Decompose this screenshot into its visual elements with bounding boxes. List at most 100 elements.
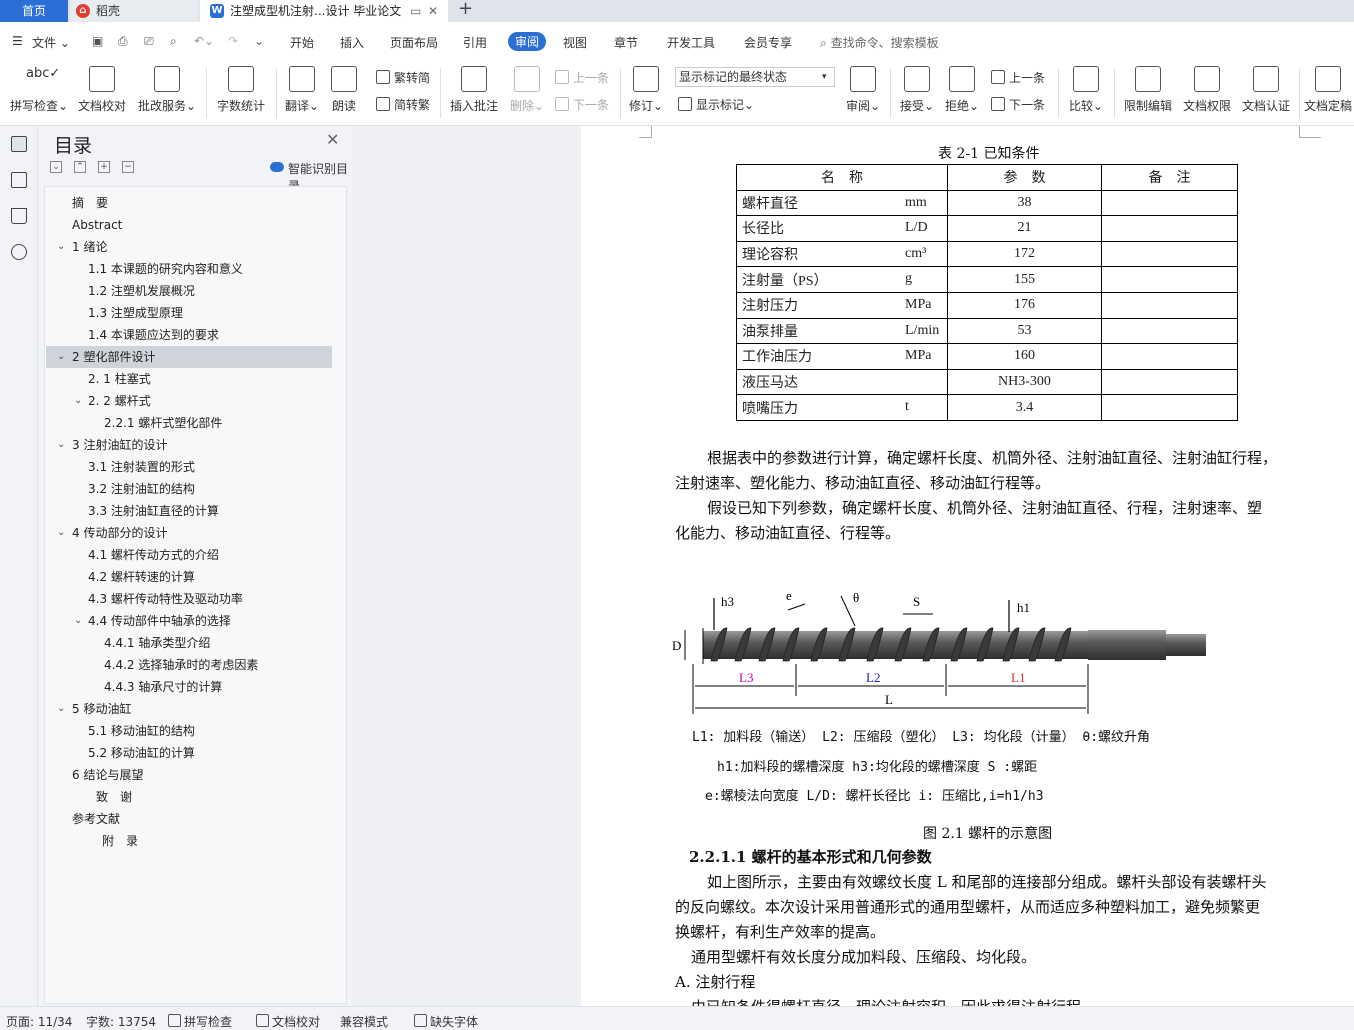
toc-item-selected[interactable]: 2 塑化部件设计 — [46, 346, 332, 368]
proofread-button[interactable]: 文档校对 — [78, 66, 126, 114]
menu-chapter[interactable]: 章节 — [614, 34, 638, 51]
chevron-down-icon[interactable]: ⌄ — [57, 351, 65, 362]
tab-daoke[interactable]: ⌂ 稻壳 — [70, 0, 198, 22]
accept-button[interactable]: 接受⌄ — [900, 66, 934, 114]
track-changes-button[interactable]: 修订⌄ — [629, 66, 663, 114]
translate-button[interactable]: 翻译⌄ — [285, 66, 319, 114]
toc-item[interactable]: 3.3 注射油缸直径的计算 — [88, 500, 219, 522]
chevron-down-icon[interactable]: ⌄ — [57, 241, 65, 252]
toc-item[interactable]: Abstract — [72, 214, 122, 236]
expand-all-icon[interactable]: ⌃ — [74, 161, 86, 173]
toc-item[interactable]: 摘 要 — [72, 192, 108, 214]
undo-icon[interactable]: ↶⌄ — [194, 34, 214, 48]
toc-item[interactable]: 4.4 传动部件中轴承的选择 — [88, 610, 231, 632]
doc-rights-button[interactable]: 文档权限 — [1183, 66, 1231, 114]
insert-comment-button[interactable]: 插入批注 — [450, 66, 498, 114]
show-markup-button[interactable]: 显示标记⌄ — [678, 96, 754, 113]
simp-to-trad-button[interactable]: 简转繁 — [376, 96, 430, 113]
chevron-down-icon[interactable]: ⌄ — [74, 395, 82, 406]
bookmark-icon[interactable] — [11, 208, 27, 224]
reject-button[interactable]: 拒绝⌄ — [945, 66, 979, 114]
toc-item[interactable]: 4 传动部分的设计 — [72, 522, 167, 544]
preview-icon[interactable]: ⌕ — [170, 34, 177, 49]
spell-check-button[interactable]: abc✓ 拼写检查⌄ — [10, 66, 68, 114]
prev-comment-button[interactable]: 上一条 — [555, 69, 609, 86]
remove-level-icon[interactable]: − — [122, 161, 134, 173]
toc-item[interactable]: 2. 2 螺杆式 — [88, 390, 151, 412]
chevron-down-icon[interactable]: ⌄ — [57, 527, 65, 538]
collapse-all-icon[interactable]: ⌄ — [50, 161, 62, 173]
compat-mode[interactable]: 兼容模式 — [340, 1013, 388, 1030]
hamburger-icon[interactable]: ☰ — [12, 34, 23, 48]
redo-icon[interactable]: ↷ — [228, 34, 238, 48]
read-aloud-button[interactable]: 朗读 — [331, 66, 357, 114]
toc-item[interactable]: 5.2 移动油缸的计算 — [88, 742, 195, 764]
new-tab-button[interactable]: + — [458, 0, 473, 19]
compare-button[interactable]: 比较⌄ — [1069, 66, 1103, 114]
status-proofread[interactable]: 文档校对 — [256, 1013, 320, 1030]
toc-item[interactable]: 1 绪论 — [72, 236, 107, 258]
word-count-button[interactable]: 字数统计 — [217, 66, 265, 114]
close-tab-icon[interactable]: ✕ — [428, 0, 438, 22]
save-icon[interactable]: ▣ — [92, 34, 103, 48]
delete-comment-button[interactable]: 删除⌄ — [510, 66, 544, 114]
toc-item[interactable]: 4.4.1 轴承类型介绍 — [104, 632, 210, 654]
prev-change-button[interactable]: 上一条 — [991, 69, 1045, 86]
chevron-down-icon[interactable]: ⌄ — [57, 439, 65, 450]
restrict-edit-button[interactable]: 限制编辑 — [1124, 66, 1172, 114]
toc-item[interactable]: 4.4.2 选择轴承时的考虑因素 — [104, 654, 258, 676]
page-indicator[interactable]: 页面: 11/34 — [6, 1013, 72, 1030]
print-icon[interactable]: ⎚ — [144, 34, 154, 49]
toc-item[interactable]: 附 录 — [102, 830, 138, 852]
tab-home[interactable]: 首页 — [0, 0, 68, 22]
chevron-down-icon[interactable]: ⌄ — [74, 615, 82, 626]
toc-item[interactable]: 2.2.1 螺杆式塑化部件 — [104, 412, 222, 434]
toc-item[interactable]: 3.2 注射油缸的结构 — [88, 478, 195, 500]
menu-view[interactable]: 视图 — [563, 34, 587, 51]
missing-fonts[interactable]: 缺失字体 — [414, 1013, 478, 1030]
doc-cert-button[interactable]: 文档认证 — [1242, 66, 1290, 114]
menu-reference[interactable]: 引用 — [463, 34, 487, 51]
toc-item[interactable]: 1.3 注塑成型原理 — [88, 302, 183, 324]
toc-item[interactable]: 3 注射油缸的设计 — [72, 434, 167, 456]
toc-item[interactable]: 6 结论与展望 — [72, 764, 143, 786]
toc-item[interactable]: 4.3 螺杆传动特性及驱动功率 — [88, 588, 243, 610]
toc-item[interactable]: 5 移动油缸 — [72, 698, 131, 720]
search-command[interactable]: ⌕ 查找命令、搜索模板 — [820, 34, 939, 51]
menu-member[interactable]: 会员专享 — [744, 34, 792, 51]
close-icon[interactable]: ✕ — [326, 130, 339, 149]
menu-file[interactable]: 文件 ⌄ — [32, 34, 70, 51]
toc-item[interactable]: 2. 1 柱塞式 — [88, 368, 151, 390]
toc-panel-icon[interactable] — [11, 136, 27, 152]
search-icon[interactable] — [11, 244, 27, 260]
toc-item[interactable]: 4.1 螺杆传动方式的介绍 — [88, 544, 219, 566]
menu-insert[interactable]: 插入 — [340, 34, 364, 51]
word-count[interactable]: 字数: 13754 — [86, 1013, 156, 1030]
tab-document[interactable]: W 注塑成型机注射...设计 毕业论文 ▭ ✕ — [200, 0, 448, 22]
trad-to-simp-button[interactable]: 繁转简 — [376, 69, 430, 86]
chevron-down-icon[interactable]: ⌄ — [57, 703, 65, 714]
toc-item[interactable]: 参考文献 — [72, 808, 120, 830]
doc-final-button[interactable]: 文档定稿 — [1304, 66, 1352, 114]
toc-item[interactable]: 1.2 注塑机发展概况 — [88, 280, 195, 302]
menu-developer[interactable]: 开发工具 — [667, 34, 715, 51]
toc-item[interactable]: 1.1 本课题的研究内容和意义 — [88, 258, 243, 280]
menu-start[interactable]: 开始 — [290, 34, 314, 51]
menu-review[interactable]: 审阅 — [508, 32, 547, 51]
toc-item[interactable]: 4.4.3 轴承尺寸的计算 — [104, 676, 222, 698]
toc-item[interactable]: 5.1 移动油缸的结构 — [88, 720, 195, 742]
toc-item[interactable]: 3.1 注射装置的形式 — [88, 456, 195, 478]
next-change-button[interactable]: 下一条 — [991, 96, 1045, 113]
more-icon[interactable]: ⌄ — [254, 34, 264, 48]
status-spell-check[interactable]: 拼写检查 — [168, 1013, 232, 1030]
toc-item[interactable]: 4.2 螺杆转速的计算 — [88, 566, 195, 588]
batch-service-button[interactable]: 批改服务⌄ — [138, 66, 196, 114]
toc-item[interactable]: 1.4 本课题应达到的要求 — [88, 324, 219, 346]
next-comment-button[interactable]: 下一条 — [555, 96, 609, 113]
navigation-icon[interactable] — [11, 172, 27, 188]
document-page[interactable]: 表 2-1 已知条件 名 称 参 数 备 注 螺杆直径 mm 38 长径比 L/D 21… — [581, 126, 1354, 1006]
add-level-icon[interactable]: + — [98, 161, 110, 173]
export-icon[interactable]: ⎙ — [118, 34, 128, 49]
monitor-icon[interactable]: ▭ — [410, 0, 421, 22]
menu-page-layout[interactable]: 页面布局 — [390, 34, 438, 51]
